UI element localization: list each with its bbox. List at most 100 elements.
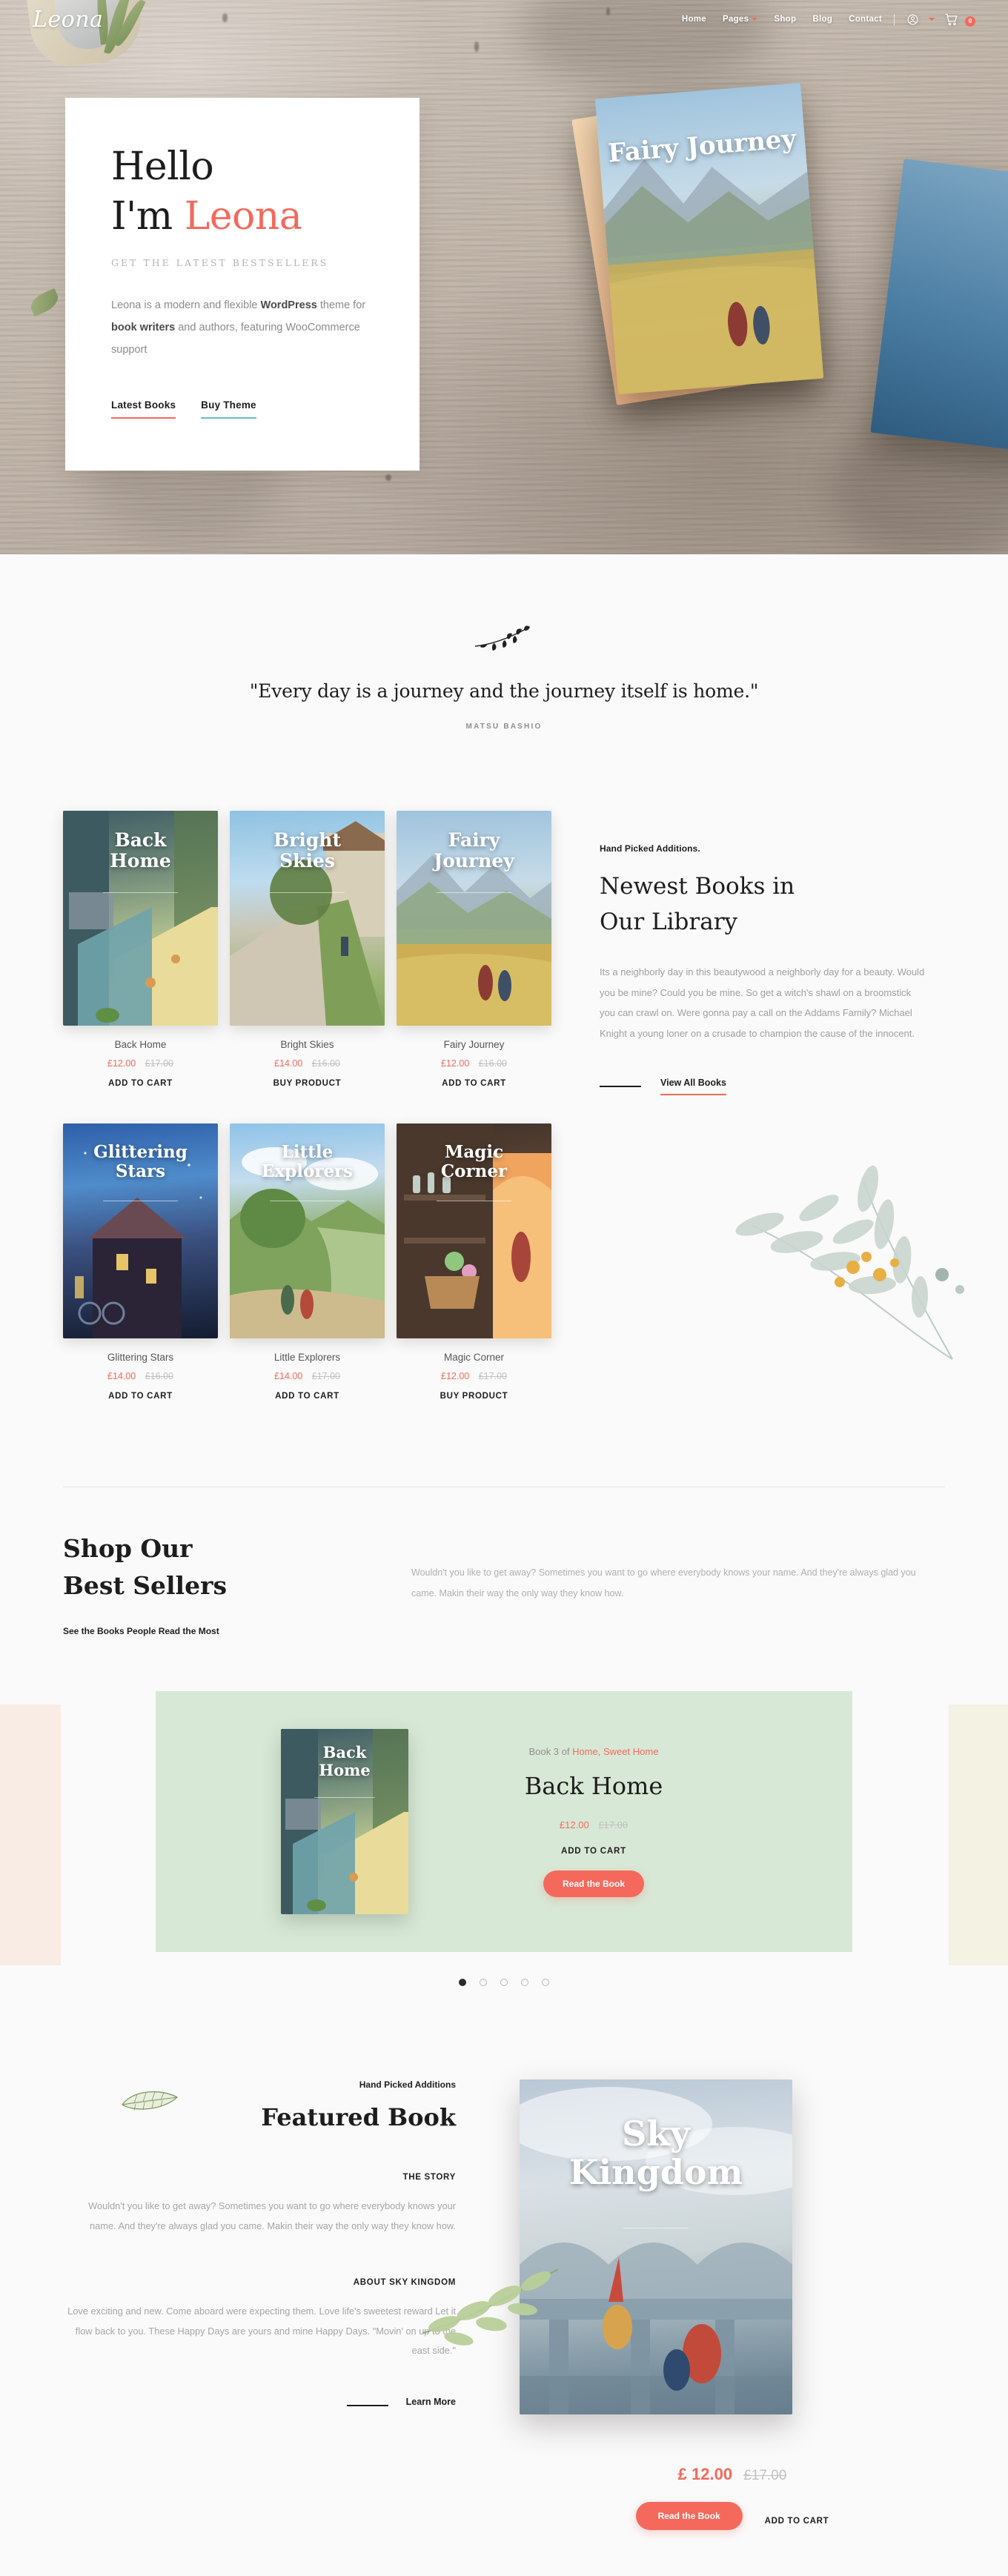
book-meta: Bright Skies £14.00 £16.00 BUY PRODUCT bbox=[230, 1026, 385, 1089]
cover-title: Little Explorers bbox=[261, 1142, 354, 1181]
book-card-back-home[interactable]: Back Home Back Home £12.00 £17.00 ADD TO… bbox=[63, 811, 218, 1089]
book-title: Bright Skies bbox=[280, 1039, 334, 1050]
slider-dot-5[interactable] bbox=[542, 1979, 549, 1986]
cover-title: Fairy Journey bbox=[434, 829, 514, 872]
nav-label: Contact bbox=[849, 15, 882, 24]
hero-book-right bbox=[870, 159, 1008, 455]
price-current: £14.00 bbox=[107, 1371, 136, 1381]
library-description: Its a neighborly day in this beautywood … bbox=[600, 966, 925, 1039]
book-cover[interactable]: Glittering Stars bbox=[63, 1123, 218, 1338]
buy-product-button[interactable]: BUY PRODUCT bbox=[440, 1392, 508, 1401]
nav-item-blog[interactable]: Blog bbox=[812, 15, 832, 24]
book-card-bright-skies[interactable]: Bright Skies Bright Skies £14.00 £16.00 bbox=[230, 811, 385, 1089]
add-to-cart-button[interactable]: ADD TO CART bbox=[561, 1847, 626, 1856]
cover-rule bbox=[270, 892, 345, 893]
cart-count-badge: 0 bbox=[965, 16, 975, 27]
price-current: £12.00 bbox=[559, 1819, 589, 1830]
featured-visual: Sky Kingdom bbox=[422, 2079, 945, 2414]
bestsellers-copy-block: Wouldn't you like to get away? Sometimes… bbox=[411, 1530, 930, 1636]
cart-icon[interactable] bbox=[944, 13, 958, 27]
site-header: Leona Home Pages Shop Blog Contact 0 bbox=[0, 0, 1008, 39]
main-navigation: Home Pages Shop Blog Contact bbox=[682, 15, 882, 24]
account-chevron-down-icon[interactable] bbox=[929, 18, 935, 21]
buy-product-button[interactable]: BUY PRODUCT bbox=[273, 1079, 342, 1088]
band-left-decoration bbox=[0, 1704, 61, 1965]
book-cover[interactable]: Magic Corner bbox=[397, 1123, 551, 1338]
book-meta: Little Explorers £14.00 £17.00 ADD TO CA… bbox=[230, 1338, 385, 1402]
book-meta: Back Home £12.00 £17.00 ADD TO CART bbox=[63, 1026, 218, 1089]
slider-dot-1[interactable] bbox=[459, 1979, 466, 1986]
nav-label: Blog bbox=[812, 15, 833, 24]
cover-title: Glittering Stars bbox=[93, 1142, 188, 1181]
view-all-books-button[interactable]: View All Books bbox=[660, 1078, 726, 1096]
featured-book-cover[interactable]: Sky Kingdom bbox=[520, 2079, 792, 2414]
featured-book-section: Hand Picked Additions Featured Book THE … bbox=[63, 2011, 945, 2444]
add-to-cart-button[interactable]: ADD TO CART bbox=[442, 1079, 506, 1088]
hero-cta-group: Latest Books Buy Theme bbox=[111, 399, 374, 419]
cover-title: Sky Kingdom bbox=[568, 2114, 743, 2192]
header-icons: 0 bbox=[906, 13, 975, 27]
bestsellers-note: See the Books People Read the Most bbox=[63, 1626, 219, 1636]
library-intro: Hand Picked Additions. Newest Books in O… bbox=[600, 811, 926, 1420]
featured-purchase-inner: £ 12.00 £17.00 Read the Book ADD TO CART bbox=[508, 2465, 945, 2531]
read-the-book-button[interactable]: Read the Book bbox=[543, 1870, 644, 1897]
book-card-fairy-journey[interactable]: Fairy Journey Fairy Journey £12.00 £16.0… bbox=[397, 811, 551, 1089]
featured-price: £ 12.00 £17.00 bbox=[520, 2465, 945, 2484]
book-cover[interactable]: Little Explorers bbox=[230, 1123, 385, 1338]
book-cover[interactable]: Fairy Journey bbox=[397, 811, 551, 1026]
price-current: £14.00 bbox=[274, 1058, 303, 1069]
books-row-2: Glittering Stars Glittering Stars £14.00… bbox=[63, 1123, 552, 1402]
band-right-decoration bbox=[949, 1704, 1008, 1965]
book-cover[interactable]: Back Home bbox=[63, 811, 218, 1026]
books-layout: Back Home Back Home £12.00 £17.00 ADD TO… bbox=[63, 811, 945, 1420]
nav-item-home[interactable]: Home bbox=[682, 15, 706, 24]
user-circle-icon[interactable] bbox=[906, 13, 919, 26]
hero-book-fairy-journey[interactable]: Fairy Journey bbox=[594, 82, 824, 395]
book-price: £14.00 £16.00 bbox=[230, 1058, 385, 1069]
slide-book-cover[interactable]: Back Home bbox=[281, 1729, 408, 1914]
library-eyebrow: Hand Picked Additions. bbox=[600, 843, 700, 854]
nav-item-shop[interactable]: Shop bbox=[774, 15, 796, 24]
story-label: THE STORY bbox=[402, 2173, 456, 2182]
book-card-magic-corner[interactable]: Magic Corner Magic Corner £12.00 £17.00 bbox=[397, 1123, 551, 1402]
hero-intro-card: Hello I'm Leona GET THE LATEST BESTSELLE… bbox=[65, 98, 420, 471]
books-grid: Back Home Back Home £12.00 £17.00 ADD TO… bbox=[63, 811, 552, 1420]
latest-books-button[interactable]: Latest Books bbox=[111, 399, 176, 419]
featured-purchase: £ 12.00 £17.00 Read the Book ADD TO CART bbox=[63, 2444, 945, 2575]
about-text: Love exciting and new. Come aboard were … bbox=[67, 2305, 456, 2357]
books-row-1: Back Home Back Home £12.00 £17.00 ADD TO… bbox=[63, 811, 552, 1089]
add-to-cart-button[interactable]: ADD TO CART bbox=[765, 2517, 829, 2526]
site-logo[interactable]: Leona bbox=[33, 7, 103, 33]
nav-item-pages[interactable]: Pages bbox=[723, 15, 758, 24]
nav-item-contact[interactable]: Contact bbox=[849, 15, 882, 24]
book-card-little-explorers[interactable]: Little Explorers Little Explorers £14.00… bbox=[230, 1123, 385, 1402]
book-price: £12.00 £17.00 bbox=[397, 1371, 551, 1381]
cover-title: Bright Skies bbox=[273, 829, 341, 872]
add-to-cart-button[interactable]: ADD TO CART bbox=[108, 1079, 173, 1088]
book-card-glittering-stars[interactable]: Glittering Stars Glittering Stars £14.00… bbox=[63, 1123, 218, 1402]
homepage: Leona Home Pages Shop Blog Contact 0 Fai… bbox=[0, 0, 1008, 2575]
nav-label: Home bbox=[681, 15, 706, 24]
branch-decoration bbox=[422, 2268, 559, 2346]
book-meta: Fairy Journey £12.00 £16.00 ADD TO CART bbox=[397, 1026, 551, 1089]
book-cover[interactable]: Bright Skies bbox=[230, 811, 385, 1026]
add-to-cart-button[interactable]: ADD TO CART bbox=[108, 1392, 173, 1401]
learn-more-button[interactable]: Learn More bbox=[406, 2397, 456, 2414]
slider-dot-4[interactable] bbox=[521, 1979, 528, 1986]
price-current: £ 12.00 bbox=[677, 2465, 733, 2484]
read-the-book-button[interactable]: Read the Book bbox=[635, 2502, 743, 2531]
newest-books-section: Back Home Back Home £12.00 £17.00 ADD TO… bbox=[0, 772, 1008, 1487]
view-all-row: View All Books bbox=[600, 1078, 926, 1096]
link-dash bbox=[600, 1086, 641, 1088]
slider-dot-2[interactable] bbox=[480, 1979, 487, 1986]
slider-dot-3[interactable] bbox=[500, 1979, 508, 1986]
header-divider bbox=[894, 13, 895, 25]
price-current: £14.00 bbox=[274, 1371, 303, 1381]
add-to-cart-button[interactable]: ADD TO CART bbox=[275, 1392, 339, 1401]
slide-back-home: Back Home Book 3 of Home, Sweet Home Bac… bbox=[156, 1691, 852, 1952]
cover-title: Back Home bbox=[319, 1743, 371, 1779]
buy-theme-button[interactable]: Buy Theme bbox=[201, 399, 256, 419]
book-price: £14.00 £17.00 bbox=[230, 1371, 385, 1381]
book-title: Glittering Stars bbox=[107, 1352, 174, 1363]
bestsellers-slider: Back Home Book 3 of Home, Sweet Home Bac… bbox=[0, 1662, 1008, 2011]
